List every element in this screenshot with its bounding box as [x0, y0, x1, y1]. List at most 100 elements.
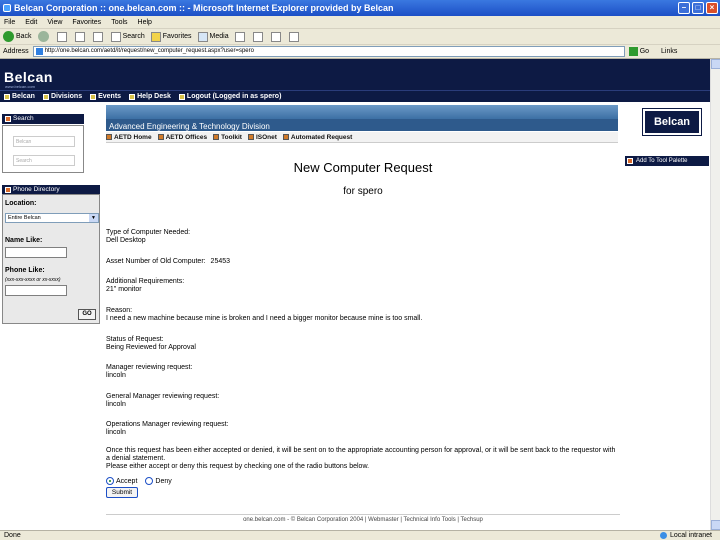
panel-square-icon [627, 158, 633, 164]
security-zone: Local intranet [669, 532, 712, 539]
menu-help[interactable]: Help [138, 19, 152, 26]
menu-tools[interactable]: Tools [111, 19, 127, 26]
phone-go-button[interactable]: GO [78, 309, 96, 320]
instruction-line: Once this request has been either accept… [106, 447, 616, 462]
div-nav-aetd-home[interactable]: AETD Home [106, 134, 152, 141]
field-label: Manager reviewing request: [106, 364, 193, 371]
field-value: lincoln [106, 372, 126, 379]
submit-button[interactable]: Submit [106, 487, 138, 498]
edit-button[interactable] [288, 31, 301, 42]
site-nav: Belcan Divisions Events Help Desk Logout… [0, 90, 710, 102]
page-title: New Computer Request [293, 160, 433, 175]
media-button[interactable]: Media [197, 31, 229, 42]
stop-button[interactable] [56, 31, 69, 42]
search-input[interactable]: Search [13, 155, 75, 166]
name-like-label: Name Like: [5, 237, 43, 244]
deny-radio[interactable] [145, 477, 154, 485]
nav-divisions[interactable]: Divisions [42, 93, 82, 100]
nav-square-icon [129, 93, 136, 100]
refresh-icon [74, 31, 85, 42]
back-arrow-icon [3, 31, 14, 42]
div-nav-toolkit[interactable]: Toolkit [213, 134, 242, 141]
nav-square-icon [90, 93, 97, 100]
mail-icon [252, 31, 263, 42]
home-icon [92, 31, 103, 42]
vertical-scrollbar[interactable] [710, 59, 720, 530]
menu-view[interactable]: View [47, 19, 62, 26]
home-button[interactable] [92, 31, 105, 42]
nav-help-desk[interactable]: Help Desk [129, 93, 171, 100]
nav-events[interactable]: Events [90, 93, 121, 100]
nav-square-icon [247, 134, 254, 140]
phone-like-input[interactable] [5, 285, 67, 296]
name-like-input[interactable] [5, 247, 67, 258]
field-label: Asset Number of Old Computer: [106, 258, 206, 265]
address-input[interactable]: http://one.belcan.com/aetd/it/request/ne… [32, 46, 625, 57]
window-title: Belcan Corporation :: one.belcan.com :: … [14, 3, 394, 13]
intranet-zone-icon [659, 532, 667, 539]
banner-strip [106, 105, 618, 119]
div-nav-automated-request[interactable]: Automated Request [282, 134, 352, 141]
nav-logout[interactable]: Logout (Logged in as spero) [178, 93, 281, 100]
print-button[interactable] [270, 31, 283, 42]
nav-belcan[interactable]: Belcan [4, 93, 35, 100]
phone-like-label: Phone Like: [5, 267, 45, 274]
search-button[interactable]: Search [110, 31, 145, 42]
field-value: Being Reviewed for Approval [106, 344, 196, 351]
print-icon [270, 31, 281, 42]
field-label: Operations Manager reviewing request: [106, 421, 229, 428]
field-value: lincoln [106, 429, 126, 436]
close-button[interactable]: × [706, 2, 718, 14]
field-label: Status of Request: [106, 336, 164, 343]
site-logo[interactable]: Belcan [4, 69, 53, 85]
forward-button[interactable] [37, 31, 51, 42]
field-label: Type of Computer Needed: [106, 229, 191, 236]
search-scope-field[interactable]: Belcan [13, 136, 75, 147]
links-button[interactable]: Links [661, 48, 677, 55]
div-nav-isonet[interactable]: ISOnet [247, 134, 277, 141]
mail-button[interactable] [252, 31, 265, 42]
field-label: General Manager reviewing request: [106, 393, 220, 400]
menu-favorites[interactable]: Favorites [72, 19, 101, 26]
scroll-down-button[interactable] [711, 520, 720, 530]
edit-icon [288, 31, 299, 42]
scroll-up-button[interactable] [711, 59, 720, 69]
nav-square-icon [42, 93, 49, 100]
status-text: Done [4, 532, 21, 539]
menu-edit[interactable]: Edit [25, 19, 37, 26]
menu-file[interactable]: File [4, 19, 15, 26]
field-manager: Manager reviewing request: lincoln [106, 364, 620, 380]
maximize-button[interactable]: □ [692, 2, 704, 14]
refresh-button[interactable] [74, 31, 87, 42]
nav-square-icon [4, 93, 10, 100]
page-viewport: Belcan www.belcan.com Belcan Divisions E… [0, 59, 710, 530]
back-button[interactable]: Back [3, 31, 32, 42]
minimize-button[interactable]: – [678, 2, 690, 14]
site-logo-subtitle: www.belcan.com [5, 84, 36, 89]
history-icon [234, 31, 245, 42]
location-label: Location: [5, 200, 37, 207]
field-label: Additional Requirements: [106, 278, 185, 285]
forward-arrow-icon [37, 31, 49, 42]
location-select[interactable]: Entire Belcan ▼ [5, 213, 99, 223]
instruction-line: Please either accept or deny this reques… [106, 463, 370, 470]
favorites-button[interactable]: Favorites [150, 31, 192, 42]
field-value: I need a new machine because mine is bro… [106, 315, 423, 322]
accept-radio[interactable] [106, 477, 114, 485]
address-bar: Address http://one.belcan.com/aetd/it/re… [0, 45, 720, 59]
page-footer: one.belcan.com - © Belcan Corporation 20… [106, 514, 620, 523]
site-header: Belcan www.belcan.com [0, 59, 710, 90]
address-url: http://one.belcan.com/aetd/it/request/ne… [44, 48, 254, 54]
field-value: 21" monitor [106, 286, 142, 293]
go-button[interactable]: Go [628, 47, 649, 56]
page-icon [35, 48, 43, 55]
history-button[interactable] [234, 31, 247, 42]
field-status: Status of Request: Being Reviewed for Ap… [106, 336, 620, 352]
div-nav-aetd-offices[interactable]: AETD Offices [157, 134, 207, 141]
field-operations-manager: Operations Manager reviewing request: li… [106, 421, 620, 437]
chevron-down-icon: ▼ [89, 214, 98, 222]
decision-radio-group: Accept Deny [106, 477, 172, 485]
add-to-tool-palette-link[interactable]: Add To Tool Palette [625, 156, 709, 166]
search-panel: Belcan Search [2, 125, 84, 173]
media-icon [197, 31, 208, 42]
